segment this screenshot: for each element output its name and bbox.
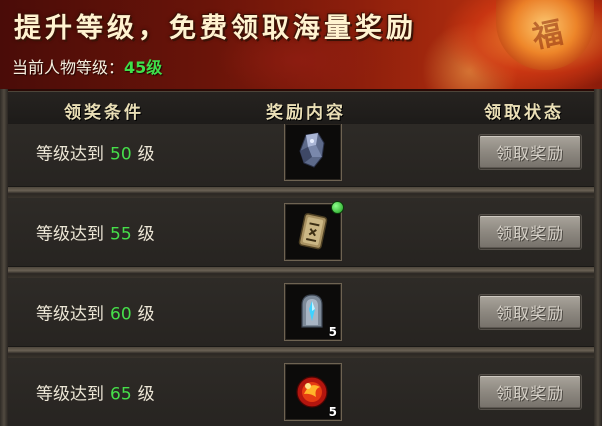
condition-prefix: 等级达到 <box>36 144 104 165</box>
item-quantity: 5 <box>328 405 337 419</box>
reward-row-level-65: 等级达到 65 级 5 领取奖励 <box>8 358 594 426</box>
table-header: 领奖条件 奖励内容 领取状态 <box>8 91 594 125</box>
condition-level: 60 <box>110 304 132 325</box>
claim-reward-button[interactable]: 领取奖励 <box>479 135 581 169</box>
new-item-indicator <box>331 201 344 214</box>
reward-item-slot[interactable] <box>284 124 342 181</box>
condition-suffix: 级 <box>137 144 155 165</box>
reward-row-level-50: 等级达到 50 级 领取奖励 <box>8 124 594 186</box>
condition-suffix: 级 <box>137 224 155 245</box>
condition-suffix: 级 <box>137 304 155 325</box>
claim-reward-button[interactable]: 领取奖励 <box>479 215 581 249</box>
condition-prefix: 等级达到 <box>36 304 104 325</box>
column-status: 领取状态 <box>484 103 564 123</box>
reward-item-slot[interactable] <box>284 201 344 261</box>
row-condition: 等级达到 65 级 <box>36 380 155 405</box>
condition-suffix: 级 <box>137 384 155 405</box>
condition-prefix: 等级达到 <box>36 384 104 405</box>
column-reward: 奖励内容 <box>266 103 346 123</box>
frame-left-border <box>0 89 8 426</box>
current-level-value: 45级 <box>124 58 163 77</box>
frame-right-border <box>594 89 602 426</box>
row-condition: 等级达到 55 级 <box>36 220 155 245</box>
current-level-line: 当前人物等级：45级 <box>12 54 162 78</box>
row-condition: 等级达到 50 级 <box>36 140 155 165</box>
reward-row-level-55: 等级达到 55 级 领取奖励 <box>8 198 594 266</box>
title-banner: 福 提升等级，免费领取海量奖励 当前人物等级：45级 <box>0 0 602 91</box>
claim-reward-button[interactable]: 领取奖励 <box>479 375 581 409</box>
condition-level: 65 <box>110 384 132 405</box>
condition-level: 55 <box>110 224 132 245</box>
item-quantity: 5 <box>328 325 337 339</box>
banner-title: 提升等级，免费领取海量奖励 <box>14 13 417 44</box>
column-condition: 领奖条件 <box>64 103 144 123</box>
reward-item-slot[interactable]: 5 <box>284 283 342 341</box>
rune-tablet-icon <box>298 213 328 250</box>
row-condition: 等级达到 60 级 <box>36 300 155 325</box>
condition-level: 50 <box>110 144 132 165</box>
condition-prefix: 等级达到 <box>36 224 104 245</box>
current-level-label: 当前人物等级： <box>12 58 125 77</box>
reward-list[interactable]: 等级达到 50 级 领取奖励 等级达到 55 级 领取奖励 等级达到 60 级 … <box>8 124 594 426</box>
claim-reward-button[interactable]: 领取奖励 <box>479 295 581 329</box>
reward-row-level-60: 等级达到 60 级 5 领取奖励 <box>8 278 594 346</box>
gem-ore-icon <box>299 132 325 168</box>
reward-item-slot[interactable]: 5 <box>284 363 342 421</box>
